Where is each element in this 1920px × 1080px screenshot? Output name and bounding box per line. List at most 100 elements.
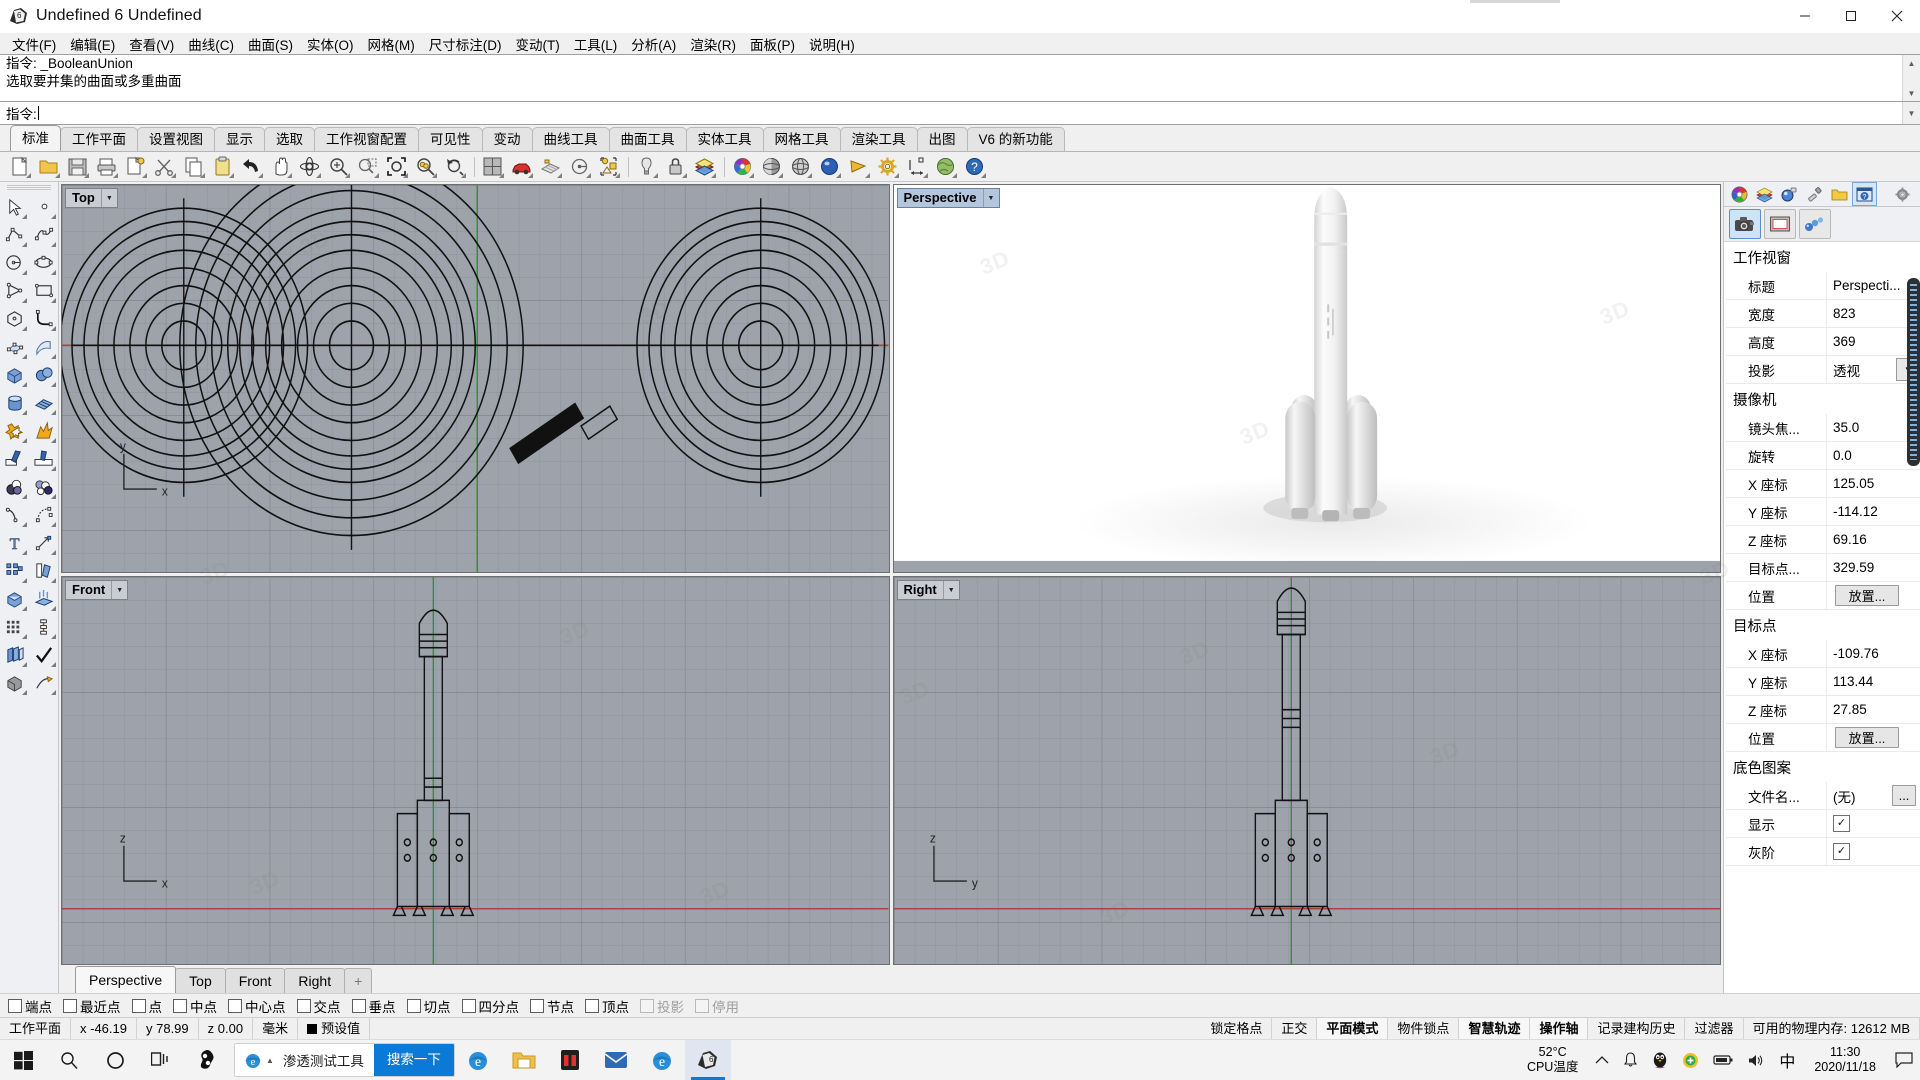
viewport-perspective-label[interactable]: Perspective ▼ (896, 188, 1000, 208)
mail-icon[interactable] (593, 1040, 639, 1080)
surface-from-points-icon[interactable] (0, 333, 29, 361)
array-tool-icon[interactable] (0, 557, 29, 585)
extrude-icon[interactable] (29, 585, 58, 613)
fillet-curve-icon[interactable] (29, 305, 58, 333)
scroll-down-icon[interactable]: ▼ (1908, 105, 1916, 121)
help-icon[interactable]: ? (961, 153, 988, 180)
menu-transform[interactable]: 变动(T) (509, 32, 567, 56)
property-value-cell[interactable]: 透视▼ (1826, 356, 1920, 383)
browser-search-entry[interactable]: e ▲ 渗透测试工具 搜索一下 (234, 1043, 455, 1077)
property-checkbox[interactable]: ✓ (1833, 815, 1850, 832)
render-subtab-icon[interactable] (1799, 209, 1831, 239)
search-go-button[interactable]: 搜索一下 (373, 1044, 454, 1076)
toolbar-drag-handle[interactable] (7, 185, 51, 190)
osnap-checkbox[interactable] (461, 998, 476, 1013)
viewport-top-label[interactable]: Top ▼ (65, 188, 118, 208)
toolbar-tab-1[interactable]: 工作平面 (60, 127, 138, 151)
property-value-cell[interactable]: -114.12 (1826, 498, 1920, 525)
earth-icon[interactable] (932, 153, 959, 180)
property-value-cell[interactable]: 35.0 (1826, 414, 1920, 441)
maximize-button[interactable] (1828, 0, 1874, 32)
property-value-cell[interactable]: Perspecti... (1826, 272, 1920, 299)
osnap-4[interactable]: 中心点 (228, 996, 286, 1016)
toolbar-tab-3[interactable]: 显示 (214, 127, 265, 151)
menu-file[interactable]: 文件(F) (5, 32, 63, 56)
osnap-3[interactable]: 中点 (173, 996, 217, 1016)
volume-icon[interactable] (1740, 1040, 1772, 1080)
place-button[interactable]: 放置... (1835, 585, 1899, 606)
property-value-cell[interactable]: 823 (1826, 300, 1920, 327)
help-tab-icon[interactable]: ? (1852, 182, 1877, 206)
menu-help[interactable]: 说明(H) (802, 32, 862, 56)
toolbar-tab-9[interactable]: 曲面工具 (608, 127, 687, 151)
render-light-icon[interactable] (29, 669, 58, 697)
property-checkbox[interactable]: ✓ (1833, 843, 1850, 860)
dimension-tool-icon[interactable] (29, 613, 58, 641)
property-value-cell[interactable]: ✓ (1826, 810, 1920, 837)
undo-icon[interactable] (238, 153, 265, 180)
menu-mesh[interactable]: 网格(M) (361, 32, 422, 56)
chevron-down-icon[interactable]: ▼ (100, 189, 117, 207)
rebuild-curve-icon[interactable] (29, 501, 58, 529)
lock-icon[interactable] (662, 153, 689, 180)
property-value-cell[interactable]: 放置... (1826, 582, 1920, 609)
property-value-cell[interactable]: 69.16 (1826, 526, 1920, 553)
curve-tool-icon[interactable] (29, 221, 58, 249)
color-wheel-icon[interactable] (729, 153, 756, 180)
rendered-view-icon[interactable] (816, 153, 843, 180)
osnap-checkbox[interactable] (530, 998, 544, 1013)
menu-panels[interactable]: 面板(P) (743, 32, 802, 56)
action-center-icon[interactable] (1888, 1040, 1920, 1080)
osnap-1[interactable]: 最近点 (63, 996, 121, 1016)
task-view-icon[interactable] (138, 1040, 184, 1080)
toolbar-tab-5[interactable]: 工作视窗配置 (314, 127, 419, 151)
property-value-cell[interactable]: ✓ (1826, 838, 1920, 865)
osnap-11[interactable]: 投影 (640, 996, 684, 1016)
split-icon[interactable] (29, 445, 58, 473)
menu-edit[interactable]: 编辑(E) (63, 32, 122, 56)
property-value-cell[interactable]: -109.76 (1826, 640, 1920, 667)
layers-icon[interactable] (691, 153, 718, 180)
viewport-front[interactable]: z x Front ▼ (61, 576, 890, 965)
layers-tab-icon[interactable] (1752, 182, 1777, 206)
osnap-6[interactable]: 垂点 (351, 996, 396, 1016)
osnap-9[interactable]: 节点 (530, 996, 574, 1016)
ime-indicator[interactable]: 中 (1772, 1040, 1802, 1080)
osnap-checkbox[interactable] (131, 998, 146, 1013)
print-icon[interactable] (93, 153, 120, 180)
toolbar-tab-7[interactable]: 变动 (481, 127, 533, 151)
current-layer[interactable]: 预设值 (298, 1018, 371, 1039)
zoom-window-icon[interactable] (354, 153, 381, 180)
minimize-button[interactable] (1782, 0, 1828, 32)
toolbar-tab-6[interactable]: 可见性 (418, 127, 483, 151)
properties-tab-icon[interactable] (1727, 182, 1752, 206)
rhino-icon[interactable]: 6 (684, 1040, 731, 1080)
boolean-union-icon[interactable] (0, 417, 29, 445)
light-icon[interactable] (633, 153, 660, 180)
toolbar-tab-10[interactable]: 实体工具 (685, 127, 764, 151)
properties-icon[interactable] (122, 153, 149, 180)
status-toggle-6[interactable]: 记录建构历史 (1588, 1018, 1686, 1039)
camera-subtab-icon[interactable] (1729, 209, 1761, 239)
paste-icon[interactable] (209, 153, 236, 180)
osnap-checkbox[interactable] (695, 998, 709, 1013)
osnap-checkbox[interactable] (228, 998, 242, 1013)
menu-tools[interactable]: 工具(L) (567, 32, 625, 56)
display-tab-icon[interactable] (1802, 182, 1827, 206)
menu-curve[interactable]: 曲线(C) (181, 32, 241, 56)
sogou-icon[interactable] (184, 1040, 230, 1080)
taskbar-clock[interactable]: 11:30 2020/11/18 (1802, 1045, 1888, 1075)
toolbar-tab-12[interactable]: 渲染工具 (839, 127, 918, 151)
osnap-12[interactable]: 停用 (695, 996, 739, 1016)
expand-icon[interactable]: ▲ (263, 1056, 277, 1065)
osnap-checkbox[interactable] (296, 998, 311, 1013)
viewport-perspective[interactable]: Perspective ▼ (892, 184, 1721, 573)
property-value-cell[interactable]: 放置... (1826, 724, 1920, 751)
status-toggle-3[interactable]: 物件锁点 (1388, 1018, 1460, 1039)
text-tool-icon[interactable]: T (0, 529, 29, 557)
toolbar-tab-11[interactable]: 网格工具 (762, 127, 841, 151)
panel-options-gear-icon[interactable] (1890, 182, 1915, 206)
status-toggle-0[interactable]: 锁定格点 (1201, 1018, 1273, 1039)
cplane-icon[interactable] (537, 153, 564, 180)
status-toggle-7[interactable]: 过滤器 (1685, 1018, 1744, 1039)
